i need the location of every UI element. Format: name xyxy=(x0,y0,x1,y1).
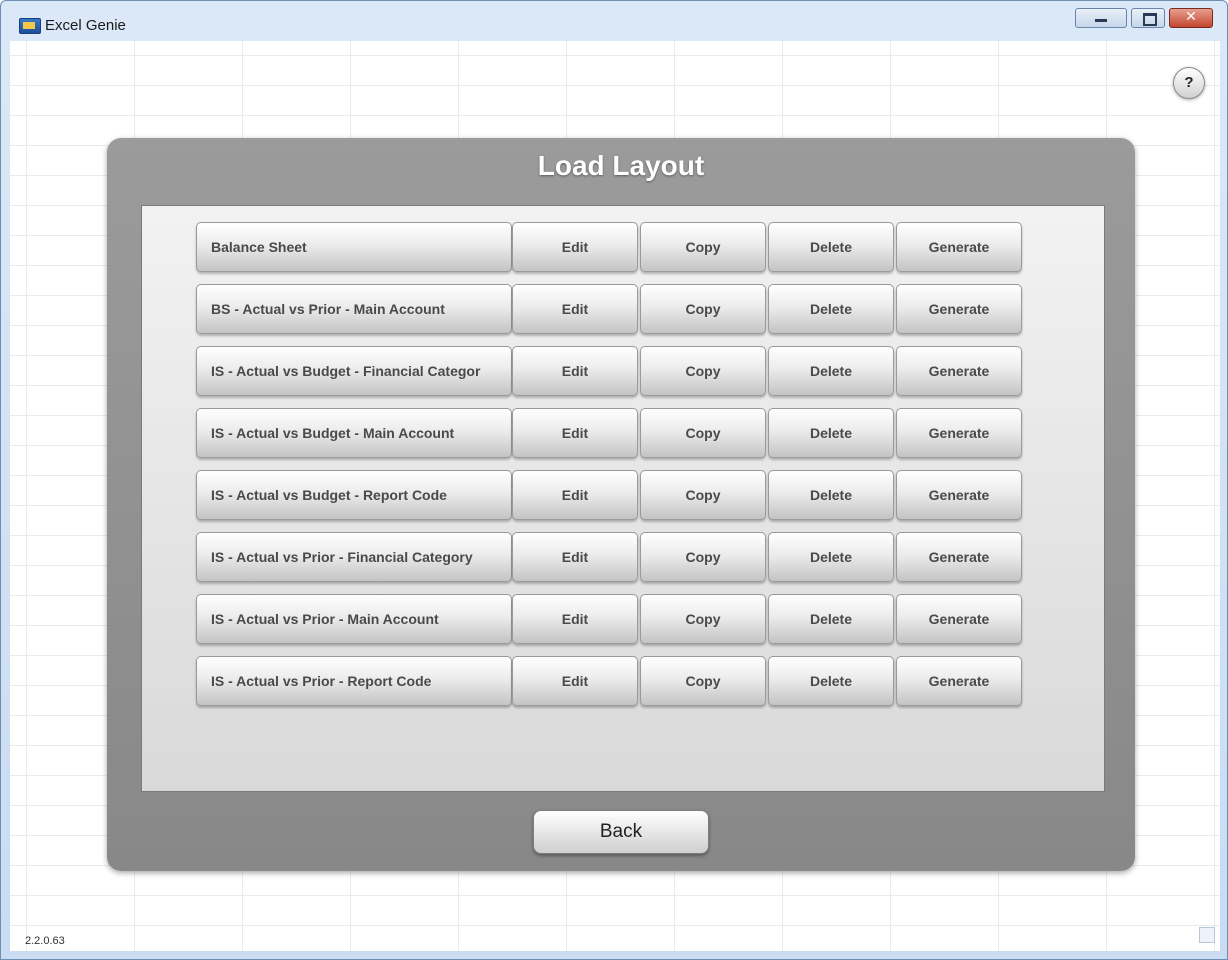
layout-name[interactable]: IS - Actual vs Budget - Report Code xyxy=(196,470,512,520)
layout-name[interactable]: Balance Sheet xyxy=(196,222,512,272)
edit-button[interactable]: Edit xyxy=(512,532,638,582)
edit-button[interactable]: Edit xyxy=(512,284,638,334)
layout-name[interactable]: BS - Actual vs Prior - Main Account xyxy=(196,284,512,334)
layout-name[interactable]: IS - Actual vs Prior - Main Account xyxy=(196,594,512,644)
generate-button[interactable]: Generate xyxy=(896,656,1022,706)
close-button[interactable]: ✕ xyxy=(1169,8,1213,28)
edit-button[interactable]: Edit xyxy=(512,346,638,396)
generate-button[interactable]: Generate xyxy=(896,532,1022,582)
close-icon: ✕ xyxy=(1185,8,1197,24)
layout-row: IS - Actual vs Prior - Main Account Edit C… xyxy=(196,594,1024,644)
minimize-icon xyxy=(1095,19,1107,22)
delete-button[interactable]: Delete xyxy=(768,532,894,582)
copy-button[interactable]: Copy xyxy=(640,284,766,334)
copy-button[interactable]: Copy xyxy=(640,594,766,644)
layout-name[interactable]: IS - Actual vs Budget - Financial Catego… xyxy=(196,346,512,396)
resize-grip[interactable] xyxy=(1199,927,1215,943)
version-label: 2.2.0.63 xyxy=(25,935,65,947)
delete-button[interactable]: Delete xyxy=(768,470,894,520)
generate-button[interactable]: Generate xyxy=(896,346,1022,396)
layout-row: IS - Actual vs Prior - Report Code Edit Co… xyxy=(196,656,1024,706)
copy-button[interactable]: Copy xyxy=(640,656,766,706)
layout-name[interactable]: IS - Actual vs Prior - Report Code xyxy=(196,656,512,706)
layout-row: IS - Actual vs Budget - Financial Catego… xyxy=(196,346,1024,396)
window-title: Excel Genie xyxy=(45,17,126,34)
copy-button[interactable]: Copy xyxy=(640,408,766,458)
title-bar: Excel Genie ✕ xyxy=(1,1,1227,41)
layout-list: Balance Sheet Edit Copy Delete Generate BS - … xyxy=(141,205,1105,792)
layout-name[interactable]: IS - Actual vs Budget - Main Account xyxy=(196,408,512,458)
delete-button[interactable]: Delete xyxy=(768,408,894,458)
edit-button[interactable]: Edit xyxy=(512,656,638,706)
edit-button[interactable]: Edit xyxy=(512,408,638,458)
edit-button[interactable]: Edit xyxy=(512,594,638,644)
edit-button[interactable]: Edit xyxy=(512,222,638,272)
generate-button[interactable]: Generate xyxy=(896,284,1022,334)
minimize-button[interactable] xyxy=(1075,8,1127,28)
delete-button[interactable]: Delete xyxy=(768,346,894,396)
load-layout-panel: Load Layout Balance Sheet Edit Copy Delete G… xyxy=(107,138,1135,871)
back-button[interactable]: Back xyxy=(533,810,709,854)
delete-button[interactable]: Delete xyxy=(768,284,894,334)
layout-row: Balance Sheet Edit Copy Delete Generate xyxy=(196,222,1024,272)
generate-button[interactable]: Generate xyxy=(896,408,1022,458)
app-icon xyxy=(19,18,41,34)
generate-button[interactable]: Generate xyxy=(896,222,1022,272)
layout-row: IS - Actual vs Budget - Report Code Edit C… xyxy=(196,470,1024,520)
maximize-button[interactable] xyxy=(1131,8,1165,28)
panel-title: Load Layout xyxy=(537,150,705,181)
layout-name[interactable]: IS - Actual vs Prior - Financial Categor… xyxy=(196,532,512,582)
delete-button[interactable]: Delete xyxy=(768,656,894,706)
edit-button[interactable]: Edit xyxy=(512,470,638,520)
copy-button[interactable]: Copy xyxy=(640,222,766,272)
copy-button[interactable]: Copy xyxy=(640,346,766,396)
delete-button[interactable]: Delete xyxy=(768,222,894,272)
copy-button[interactable]: Copy xyxy=(640,470,766,520)
layout-row: IS - Actual vs Prior - Financial Categor… xyxy=(196,532,1024,582)
layout-row: IS - Actual vs Budget - Main Account Edit… xyxy=(196,408,1024,458)
generate-button[interactable]: Generate xyxy=(896,470,1022,520)
maximize-icon xyxy=(1143,13,1157,26)
generate-button[interactable]: Generate xyxy=(896,594,1022,644)
copy-button[interactable]: Copy xyxy=(640,532,766,582)
help-button[interactable]: ? xyxy=(1173,67,1205,99)
delete-button[interactable]: Delete xyxy=(768,594,894,644)
app-window: Excel Genie ✕ ? Load Layout Balance Shee… xyxy=(0,0,1228,960)
layout-row: BS - Actual vs Prior - Main Account Edit C… xyxy=(196,284,1024,334)
